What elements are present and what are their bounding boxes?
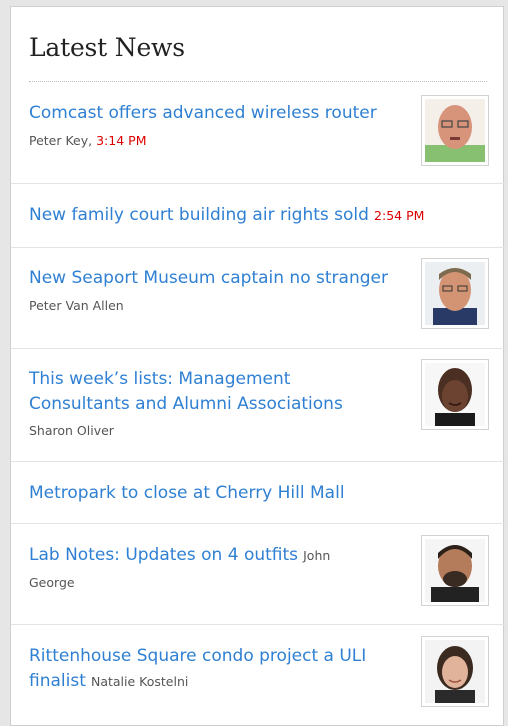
author-name[interactable]: Peter Key, bbox=[29, 133, 92, 148]
item-divider bbox=[11, 523, 505, 524]
author-name[interactable]: John bbox=[303, 548, 330, 563]
item-divider bbox=[11, 247, 505, 248]
headline-link[interactable]: This week’s lists: Management Consultant… bbox=[29, 367, 343, 417]
author-photo-image bbox=[425, 363, 485, 426]
headline-line[interactable]: Rittenhouse Square condo project a ULI bbox=[29, 644, 366, 669]
byline: Sharon Oliver bbox=[29, 423, 114, 438]
author-photo[interactable] bbox=[421, 535, 489, 606]
headline-link[interactable]: Comcast offers advanced wireless router bbox=[29, 101, 377, 126]
headline-line[interactable]: This week’s lists: Management bbox=[29, 367, 343, 392]
author-name[interactable]: Peter Van Allen bbox=[29, 298, 124, 313]
author-name[interactable]: Sharon Oliver bbox=[29, 423, 114, 438]
byline: George bbox=[29, 575, 75, 590]
author-photo[interactable] bbox=[421, 359, 489, 430]
headline-link[interactable]: Metropark to close at Cherry Hill Mall bbox=[29, 481, 345, 506]
headline-row: New family court building air rights sol… bbox=[29, 203, 424, 228]
item-divider bbox=[11, 183, 505, 184]
author-photo-image bbox=[425, 640, 485, 703]
title-divider bbox=[29, 81, 487, 82]
timestamp: 3:14 PM bbox=[96, 133, 147, 148]
headline-row: Lab Notes: Updates on 4 outfits John bbox=[29, 543, 330, 568]
item-divider bbox=[11, 461, 505, 462]
byline: Peter Van Allen bbox=[29, 298, 124, 313]
author-name[interactable]: Natalie Kostelni bbox=[91, 674, 188, 689]
author-photo-image bbox=[425, 262, 485, 325]
author-photo[interactable] bbox=[421, 258, 489, 329]
widget-title: Latest News bbox=[29, 33, 185, 62]
author-photo[interactable] bbox=[421, 95, 489, 166]
headline-line[interactable]: Consultants and Alumni Associations bbox=[29, 392, 343, 417]
byline: Peter Key, 3:14 PM bbox=[29, 133, 146, 148]
item-divider bbox=[11, 624, 505, 625]
author-photo[interactable] bbox=[421, 636, 489, 707]
headline-link[interactable]: New family court building air rights sol… bbox=[29, 205, 369, 225]
headline-link[interactable]: New Seaport Museum captain no stranger bbox=[29, 266, 388, 291]
latest-news-widget: Latest News Comcast offers advanced wire… bbox=[10, 6, 505, 726]
timestamp: 2:54 PM bbox=[374, 208, 425, 223]
headline-link[interactable]: Lab Notes: Updates on 4 outfits bbox=[29, 545, 298, 565]
author-name-cont[interactable]: George bbox=[29, 575, 75, 590]
author-photo-image bbox=[425, 99, 485, 162]
item-divider bbox=[11, 348, 505, 349]
author-photo-image bbox=[425, 539, 485, 602]
headline-row: finalist Natalie Kostelni bbox=[29, 669, 366, 694]
headline-line[interactable]: finalist bbox=[29, 671, 86, 691]
headline-block: Rittenhouse Square condo project a ULI f… bbox=[29, 644, 366, 694]
